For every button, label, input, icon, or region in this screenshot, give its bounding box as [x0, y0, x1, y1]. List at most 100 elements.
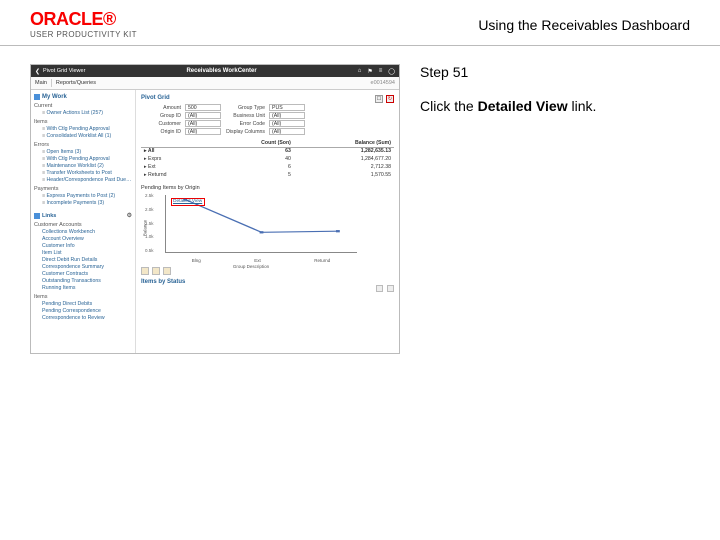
sidebar-link-item[interactable]: Running Items	[42, 285, 132, 291]
status-refresh-icon[interactable]	[387, 285, 394, 292]
table-row[interactable]: ▸ Exprs401,284,677.20	[141, 155, 394, 163]
mywork-icon	[34, 94, 40, 100]
sidebar-link-group-label: Items	[34, 294, 132, 300]
step-label: Step 51	[420, 64, 690, 80]
screenshot-column: ❮ Pivot Grid Viewer Receivables WorkCent…	[0, 46, 400, 354]
sidebar: My Work CurrentOwner Actions List (257)I…	[31, 90, 136, 354]
filter-value[interactable]: (All)	[269, 112, 305, 119]
instruction-bold: Detailed View	[478, 98, 568, 114]
chart-ytick: 2.0k	[145, 207, 154, 212]
chart-ytick: 1.0k	[145, 234, 154, 239]
user-id: e0014594	[371, 80, 395, 86]
home-icon[interactable]: ⌂	[358, 68, 362, 75]
filter-label: Amount	[141, 105, 181, 111]
sidebar-link-item[interactable]: Direct Debit Run Details	[42, 257, 132, 263]
tab-main[interactable]: Main	[35, 80, 47, 86]
sidebar-link-groups: Customer AccountsCollections WorkbenchAc…	[34, 222, 132, 321]
chart-plot	[165, 195, 357, 253]
sidebar-link-item[interactable]: Pending Correspondence	[42, 308, 132, 314]
chart-area: Balance 2.5k2.0k1.5k1.0k0.5k BlngExtRetu…	[141, 193, 361, 263]
sidebar-item[interactable]: Transfer Worksheets to Post	[42, 170, 132, 176]
status-gear-icon[interactable]	[376, 285, 383, 292]
detailed-view-link[interactable]: Detailed View	[173, 199, 202, 204]
panel-title: Pivot Grid	[141, 95, 170, 101]
tab-reports[interactable]: Reports/Queries	[56, 80, 96, 86]
filter-value[interactable]: (All)	[185, 112, 221, 119]
table-row[interactable]: ▸ Ext62,712.38	[141, 163, 394, 171]
chart-xtick: Blng	[192, 258, 201, 263]
filter-value[interactable]: (All)	[269, 128, 305, 135]
sidebar-link-item[interactable]: Account Overview	[42, 236, 132, 242]
sidebar-link-item[interactable]: Correspondence Summary	[42, 264, 132, 270]
filter-value[interactable]: (All)	[269, 120, 305, 127]
subbar: Main Reports/Queries e0014594	[31, 77, 399, 90]
chart-ytick: 1.5k	[145, 221, 154, 226]
filter-value[interactable]: (All)	[185, 120, 221, 127]
sidebar-item[interactable]: Maintenance Worklist (2)	[42, 163, 132, 169]
filter-label: Customer	[141, 121, 181, 127]
titlebar-center: Receivables WorkCenter	[186, 68, 256, 74]
logo-brand: ORACLE	[30, 9, 103, 29]
instruction-text: Click the Detailed View link.	[420, 98, 690, 114]
oracle-logo: ORACLE® USER PRODUCTIVITY KIT	[30, 10, 137, 39]
chart-ytick: 2.5k	[145, 193, 154, 198]
sidebar-link-item[interactable]: Customer Contracts	[42, 271, 132, 277]
links-gear-icon[interactable]: ⚙	[127, 212, 132, 219]
filter-value[interactable]: PUS	[269, 104, 305, 111]
col-count: Count (Son)	[209, 139, 294, 147]
table-row[interactable]: ▸ Returnd51,570.55	[141, 171, 394, 179]
chart-xlabel-title: Group Description	[141, 264, 361, 269]
sidebar-links-header[interactable]: Links ⚙	[34, 212, 132, 219]
chart-xtick: Ext	[254, 258, 261, 263]
sidebar-link-item[interactable]: Correspondence to Review	[42, 315, 132, 321]
sidebar-link-item[interactable]: Customer Info	[42, 243, 132, 249]
col-balance: Balance (Sum)	[294, 139, 394, 147]
sidebar-group-label: Payments	[34, 186, 132, 192]
sidebar-link-item[interactable]: Outstanding Transactions	[42, 278, 132, 284]
chart-ytick: 0.5k	[145, 248, 154, 253]
app-titlebar: ❮ Pivot Grid Viewer Receivables WorkCent…	[31, 65, 399, 77]
sidebar-group-label: Items	[34, 119, 132, 125]
sidebar-link-group-label: Customer Accounts	[34, 222, 132, 228]
sidebar-item[interactable]: Incomplete Payments (3)	[42, 200, 132, 206]
titlebar-left-label: Pivot Grid Viewer	[43, 68, 85, 74]
refresh-icon[interactable]: ↻	[386, 95, 394, 103]
filter-label: Origin ID	[141, 129, 181, 135]
summary-table: Count (Son)Balance (Sum) ▸ All631,282,63…	[141, 139, 394, 179]
sidebar-item[interactable]: Open Items (3)	[42, 149, 132, 155]
sidebar-link-item[interactable]: Item List	[42, 250, 132, 256]
sidebar-item[interactable]: Consolidated Worklist All (1)	[42, 133, 132, 139]
avatar-icon[interactable]: ◯	[388, 68, 395, 75]
sidebar-mywork[interactable]: My Work	[34, 94, 132, 100]
links-icon	[34, 213, 40, 219]
sidebar-item[interactable]: Owner Actions List (257)	[42, 110, 132, 116]
sidebar-link-item[interactable]: Collections Workbench	[42, 229, 132, 235]
sidebar-item[interactable]: Header/Correspondence Past Due (1)	[42, 177, 132, 183]
filter-label: Group Type	[225, 105, 265, 111]
status-panel-icons	[141, 285, 394, 292]
chart-xlabels: Blng Ext Returnd	[165, 258, 357, 263]
popout-icon[interactable]: ☐	[375, 95, 383, 103]
filter-label: Error Code	[225, 121, 265, 127]
sidebar-item[interactable]: With Ctlg Pending Approval	[42, 126, 132, 132]
flag-icon[interactable]: ⚑	[367, 68, 372, 75]
back-icon[interactable]: ❮	[35, 68, 40, 75]
sidebar-groups: CurrentOwner Actions List (257)ItemsWith…	[34, 103, 132, 206]
filter-value[interactable]: 500	[185, 104, 221, 111]
logo-reg-mark: ®	[103, 9, 116, 29]
chart-xtick: Returnd	[314, 258, 330, 263]
chart-yaxis: 2.5k 2.0k 1.5k 1.0k 0.5k	[145, 193, 154, 253]
menu-icon[interactable]: ≡	[379, 68, 383, 75]
upk-header: ORACLE® USER PRODUCTIVITY KIT Using the …	[0, 0, 720, 46]
instructions-column: Step 51 Click the Detailed View link.	[400, 46, 720, 354]
filter-grid: Amount500Group TypePUSGroup ID(All)Busin…	[141, 104, 394, 135]
sidebar-item[interactable]: Express Payments to Post (2)	[42, 193, 132, 199]
topic-title: Using the Receivables Dashboard	[478, 17, 690, 33]
sidebar-item[interactable]: With Ctlg Pending Approval	[42, 156, 132, 162]
filter-label: Business Unit	[225, 113, 265, 119]
sidebar-group-label: Errors	[34, 142, 132, 148]
chart-title-label: Pending Items by Origin	[141, 185, 394, 191]
table-row[interactable]: ▸ All631,282,635.13	[141, 147, 394, 155]
filter-value[interactable]: (All)	[185, 128, 221, 135]
sidebar-link-item[interactable]: Pending Direct Debits	[42, 301, 132, 307]
